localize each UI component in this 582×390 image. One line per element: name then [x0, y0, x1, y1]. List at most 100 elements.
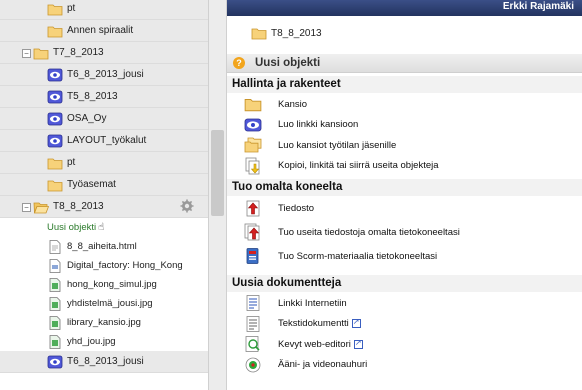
- new-object-item-label[interactable]: Linkki Internetiin: [278, 298, 347, 309]
- workspace-icon: [47, 112, 63, 126]
- new-object-item[interactable]: Kansio: [244, 94, 307, 114]
- tree-row-label[interactable]: pt: [67, 3, 75, 14]
- tree-row[interactable]: T6_8_2013_jousi: [0, 64, 208, 86]
- panel-title: Uusi objekti: [255, 57, 321, 69]
- new-object-item-label[interactable]: Tuo Scorm-materiaalia tietokoneeltasi: [278, 251, 437, 262]
- user-name[interactable]: Erkki Rajamäki: [503, 1, 574, 12]
- tree-row-label[interactable]: T6_8_2013_jousi: [67, 356, 144, 367]
- tree-row-label[interactable]: T5_8_2013: [67, 91, 118, 102]
- new-object-item[interactable]: Tuo useita tiedostoja omalta tietokoneel…: [244, 222, 460, 242]
- external-link-icon[interactable]: [353, 338, 363, 349]
- tree-row-label[interactable]: T7_8_2013: [53, 47, 104, 58]
- tree-scrollbar[interactable]: [208, 0, 227, 390]
- breadcrumb-label[interactable]: T8_8_2013: [271, 28, 322, 39]
- external-link-icon[interactable]: [351, 317, 361, 328]
- new-object-item-label[interactable]: Kopioi, linkitä tai siirrä useita objekt…: [278, 160, 439, 171]
- section-heading: Tuo omalta koneelta: [227, 179, 582, 196]
- folder-icon: [251, 26, 267, 40]
- new-object-item-label[interactable]: Tekstidokumentti: [278, 318, 349, 329]
- image-file-icon: [47, 296, 63, 311]
- new-object-item[interactable]: Kevyt web-editori: [244, 334, 363, 354]
- new-object-item[interactable]: Luo linkki kansioon: [244, 115, 358, 135]
- tree-row-label[interactable]: OSA_Oy: [67, 113, 106, 124]
- workspace-icon: [47, 355, 63, 369]
- tree-row[interactable]: Työasemat: [0, 174, 208, 196]
- upload-multiple-icon: [244, 223, 262, 241]
- recorder-icon: [244, 356, 262, 374]
- new-object-item-label[interactable]: Ääni- ja videonauhuri: [278, 359, 367, 370]
- new-object-item-label[interactable]: Kevyt web-editori: [278, 339, 351, 350]
- tree-row[interactable]: − T8_8_2013: [0, 196, 208, 218]
- folder-icon: [33, 46, 49, 60]
- new-object-item[interactable]: Tiedosto: [244, 198, 314, 218]
- tree-row[interactable]: − T7_8_2013: [0, 42, 208, 64]
- link-folder-icon: [244, 116, 262, 134]
- link-file-icon: [47, 258, 63, 273]
- collapse-toggle[interactable]: −: [22, 48, 31, 58]
- tree-row-label[interactable]: Digital_factory: Hong_Kong: [67, 260, 183, 271]
- tree-row-label[interactable]: yhdistelmä_jousi.jpg: [67, 298, 153, 309]
- html-file-icon: [47, 239, 63, 254]
- tree-row-label[interactable]: LAYOUT_työkalut: [67, 135, 146, 146]
- upload-file-icon: [244, 199, 262, 217]
- tree-row-label[interactable]: Työasemat: [67, 179, 116, 190]
- tree-row[interactable]: Digital_factory: Hong_Kong: [0, 256, 208, 275]
- tree-row[interactable]: Uusi objekti ☝: [0, 218, 208, 237]
- web-link-icon: [244, 294, 262, 312]
- new-object-item-label[interactable]: Tuo useita tiedostoja omalta tietokoneel…: [278, 227, 460, 238]
- collapse-toggle[interactable]: −: [22, 202, 31, 212]
- tree-row-label[interactable]: pt: [67, 157, 75, 168]
- tree-row-label[interactable]: Uusi objekti: [47, 222, 96, 233]
- tree-row-label[interactable]: hong_kong_simul.jpg: [67, 279, 157, 290]
- tree-row-label[interactable]: Annen spiraalit: [67, 25, 133, 36]
- tree-row[interactable]: pt: [0, 152, 208, 174]
- new-object-item[interactable]: Tekstidokumentti: [244, 314, 361, 334]
- folder-icon: [47, 178, 63, 192]
- help-icon[interactable]: ?: [233, 57, 245, 69]
- new-object-item-label[interactable]: Luo linkki kansioon: [278, 119, 358, 130]
- new-object-item[interactable]: Kopioi, linkitä tai siirrä useita objekt…: [244, 156, 439, 176]
- folder-tree: pt Annen spiraalit − T7_8_2013 T6_8_2013_jou…: [0, 0, 208, 390]
- web-editor-icon: [244, 335, 262, 353]
- tree-row[interactable]: 8_8_aiheita.html: [0, 237, 208, 256]
- new-object-item-label[interactable]: Tiedosto: [278, 203, 314, 214]
- tree-row[interactable]: library_kansio.jpg: [0, 313, 208, 332]
- tree-row[interactable]: T5_8_2013: [0, 86, 208, 108]
- tree-row-label[interactable]: library_kansio.jpg: [67, 317, 141, 328]
- folder-icon: [47, 2, 63, 16]
- folder-icon: [47, 24, 63, 38]
- folder-icon: [47, 156, 63, 170]
- tree-row[interactable]: T6_8_2013_jousi: [0, 351, 208, 373]
- tree-row-label[interactable]: T8_8_2013: [53, 201, 104, 212]
- tree-row-label[interactable]: T6_8_2013_jousi: [67, 69, 144, 80]
- workspace-icon: [47, 68, 63, 82]
- breadcrumb[interactable]: T8_8_2013: [251, 26, 322, 40]
- new-object-item[interactable]: Tuo Scorm-materiaalia tietokoneeltasi: [244, 246, 437, 266]
- top-bar: Erkki Rajamäki: [227, 0, 582, 16]
- tree-row[interactable]: OSA_Oy: [0, 108, 208, 130]
- image-file-icon: [47, 334, 63, 349]
- new-object-item-label[interactable]: Kansio: [278, 99, 307, 110]
- new-object-item[interactable]: Ääni- ja videonauhuri: [244, 355, 367, 375]
- text-doc-icon: [244, 315, 262, 333]
- tree-row[interactable]: yhdistelmä_jousi.jpg: [0, 294, 208, 313]
- tree-row[interactable]: hong_kong_simul.jpg: [0, 275, 208, 294]
- folder-icon: [244, 95, 262, 113]
- new-object-item[interactable]: Linkki Internetiin: [244, 293, 347, 313]
- new-object-item[interactable]: Luo kansiot työtilan jäsenille: [244, 135, 396, 155]
- workspace-icon: [47, 90, 63, 104]
- tree-row[interactable]: pt: [0, 0, 208, 20]
- pointer-cursor-icon: ☝: [98, 222, 105, 233]
- workspace-icon: [47, 134, 63, 148]
- tree-row[interactable]: LAYOUT_työkalut: [0, 130, 208, 152]
- folder-open-icon: [33, 200, 49, 214]
- new-object-item-label[interactable]: Luo kansiot työtilan jäsenille: [278, 140, 396, 151]
- tree-row[interactable]: yhd_jou.jpg: [0, 332, 208, 351]
- image-file-icon: [47, 315, 63, 330]
- tree-row-label[interactable]: yhd_jou.jpg: [67, 336, 116, 347]
- tree-row[interactable]: Annen spiraalit: [0, 20, 208, 42]
- gear-icon[interactable]: [180, 199, 194, 213]
- content-panel: Erkki Rajamäki T8_8_2013 ? Uusi objekti …: [227, 0, 582, 390]
- scrollbar-thumb[interactable]: [211, 130, 224, 216]
- tree-row-label[interactable]: 8_8_aiheita.html: [67, 241, 137, 252]
